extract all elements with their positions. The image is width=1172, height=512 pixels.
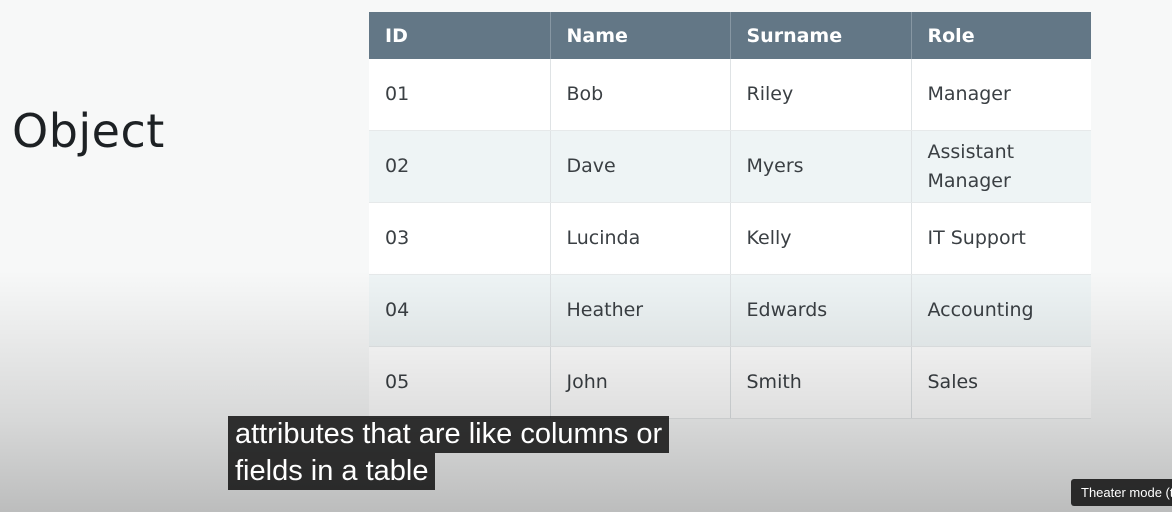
cell-name: Dave	[550, 130, 731, 203]
caption-line-1: attributes that are like columns or	[228, 416, 670, 453]
table-row: 03 Lucinda Kelly IT Support	[369, 202, 1091, 275]
cell-surname: Edwards	[730, 274, 912, 347]
table-body: 01 Bob Riley Manager 02 Dave Myers Assis…	[369, 59, 1091, 419]
column-header-id: ID	[369, 12, 551, 59]
video-frame[interactable]: Object ID Name Surname Role 01 Bob Riley…	[0, 0, 1172, 512]
cell-role: Manager	[911, 59, 1091, 131]
cell-role: Sales	[911, 346, 1091, 419]
column-header-surname: Surname	[730, 12, 912, 59]
cell-id: 02	[369, 130, 551, 203]
column-header-role: Role	[911, 12, 1091, 59]
table-row: 01 Bob Riley Manager	[369, 59, 1091, 131]
caption-line-2: fields in a table	[228, 453, 436, 490]
cell-role: IT Support	[911, 202, 1091, 275]
cell-role: Assistant Manager	[911, 130, 1091, 203]
cell-surname: Riley	[730, 59, 912, 131]
employee-table: ID Name Surname Role 01 Bob Riley Manage…	[369, 12, 1091, 419]
table-header: ID Name Surname Role	[369, 12, 1091, 59]
table-row: 04 Heather Edwards Accounting	[369, 274, 1091, 347]
cell-name: Lucinda	[550, 202, 731, 275]
cell-id: 01	[369, 59, 551, 131]
cell-surname: Myers	[730, 130, 912, 203]
table-row: 02 Dave Myers Assistant Manager	[369, 130, 1091, 203]
cell-id: 04	[369, 274, 551, 347]
cell-surname: Smith	[730, 346, 912, 419]
cell-name: Heather	[550, 274, 731, 347]
column-header-name: Name	[550, 12, 731, 59]
table-row: 05 John Smith Sales	[369, 346, 1091, 419]
table-header-row: ID Name Surname Role	[369, 12, 1091, 59]
cell-name: John	[550, 346, 731, 419]
subtitle-captions: attributes that are like columns or fiel…	[228, 416, 670, 490]
cell-id: 03	[369, 202, 551, 275]
slide-title: Object	[12, 104, 165, 158]
cell-id: 05	[369, 346, 551, 419]
cell-surname: Kelly	[730, 202, 912, 275]
cell-name: Bob	[550, 59, 731, 131]
cell-role: Accounting	[911, 274, 1091, 347]
theater-mode-tooltip: Theater mode (t)	[1071, 479, 1172, 506]
